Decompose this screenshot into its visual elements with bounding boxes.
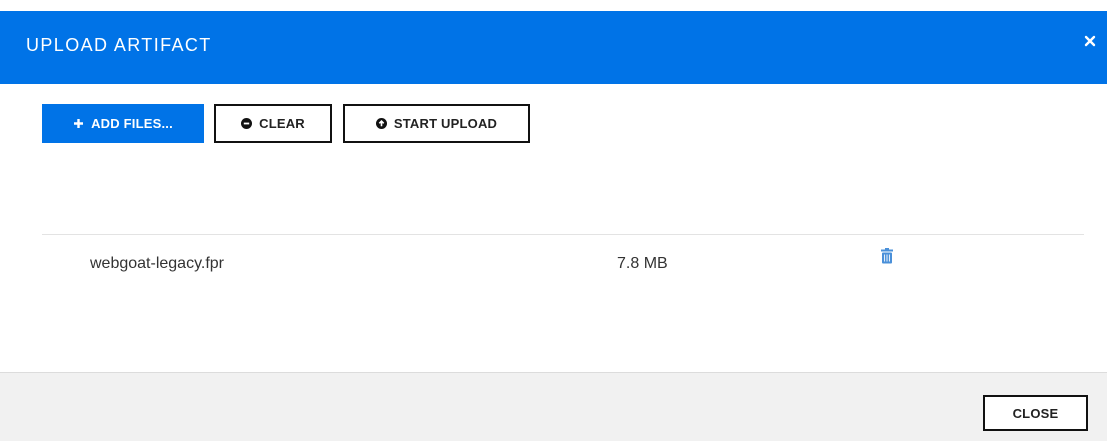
clear-label: CLEAR (259, 116, 305, 131)
close-label: CLOSE (1012, 405, 1059, 421)
add-files-label: ADD FILES... (91, 116, 173, 131)
start-upload-label: START UPLOAD (393, 116, 498, 131)
minus-circle-icon (241, 118, 253, 129)
trash-icon[interactable] (880, 248, 894, 264)
file-list-item: webgoat-legacy.fpr 7.8 MB (42, 235, 1084, 295)
clear-button[interactable]: CLEAR (214, 104, 332, 143)
file-size: 7.8 MB (617, 255, 668, 272)
dialog-header: UPLOAD ARTIFACT (0, 11, 1107, 84)
dialog-footer: CLOSE (0, 372, 1107, 441)
add-files-button[interactable]: ADD FILES... (42, 104, 204, 143)
start-upload-button[interactable]: START UPLOAD (343, 104, 530, 143)
file-name: webgoat-legacy.fpr (90, 255, 224, 272)
plus-icon (73, 118, 84, 129)
close-icon[interactable] (1083, 34, 1097, 48)
dialog-title: UPLOAD ARTIFACT (26, 35, 212, 55)
close-button[interactable]: CLOSE (983, 395, 1088, 431)
upload-artifact-dialog: UPLOAD ARTIFACT ADD FILES... CLEAR START… (0, 0, 1107, 441)
upload-circle-icon (375, 118, 387, 129)
